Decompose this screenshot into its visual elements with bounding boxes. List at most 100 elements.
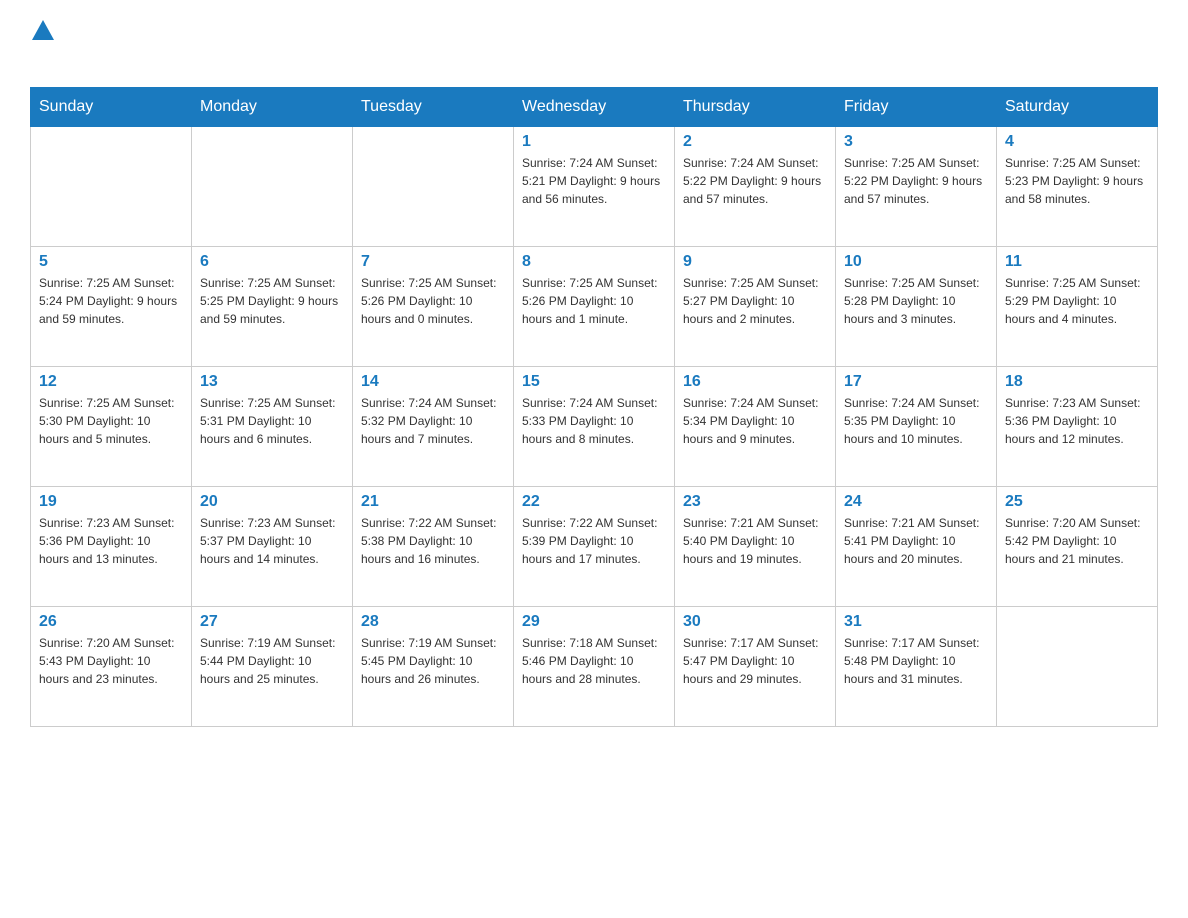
calendar-table: SundayMondayTuesdayWednesdayThursdayFrid… [30, 87, 1158, 727]
calendar-cell: 26 Sunrise: 7:20 AM Sunset: 5:43 PM Dayli… [31, 607, 192, 727]
weekday-header-wednesday: Wednesday [514, 88, 675, 127]
day-info: Sunrise: 7:25 AM Sunset: 5:26 PM Dayligh… [361, 274, 505, 328]
day-number: 6 [200, 253, 344, 271]
day-number: 27 [200, 613, 344, 631]
calendar-cell: 21 Sunrise: 7:22 AM Sunset: 5:38 PM Dayli… [353, 487, 514, 607]
calendar-week-row: 26 Sunrise: 7:20 AM Sunset: 5:43 PM Dayli… [31, 607, 1158, 727]
day-info: Sunrise: 7:25 AM Sunset: 5:24 PM Dayligh… [39, 274, 183, 328]
day-info: Sunrise: 7:25 AM Sunset: 5:28 PM Dayligh… [844, 274, 988, 328]
day-number: 10 [844, 253, 988, 271]
day-number: 5 [39, 253, 183, 271]
day-info: Sunrise: 7:22 AM Sunset: 5:38 PM Dayligh… [361, 514, 505, 568]
day-info: Sunrise: 7:20 AM Sunset: 5:43 PM Dayligh… [39, 634, 183, 688]
calendar-cell: 5 Sunrise: 7:25 AM Sunset: 5:24 PM Daylig… [31, 247, 192, 367]
day-info: Sunrise: 7:21 AM Sunset: 5:40 PM Dayligh… [683, 514, 827, 568]
day-info: Sunrise: 7:24 AM Sunset: 5:32 PM Dayligh… [361, 394, 505, 448]
calendar-cell: 11 Sunrise: 7:25 AM Sunset: 5:29 PM Dayli… [997, 247, 1158, 367]
calendar-cell: 20 Sunrise: 7:23 AM Sunset: 5:37 PM Dayli… [192, 487, 353, 607]
calendar-cell: 25Sunrise: 7:20 AM Sunset: 5:42 PM Dayli… [997, 487, 1158, 607]
calendar-cell: 27 Sunrise: 7:19 AM Sunset: 5:44 PM Dayli… [192, 607, 353, 727]
day-number: 9 [683, 253, 827, 271]
calendar-week-row: 12Sunrise: 7:25 AM Sunset: 5:30 PM Dayli… [31, 367, 1158, 487]
calendar-cell: 3 Sunrise: 7:25 AM Sunset: 5:22 PM Daylig… [836, 127, 997, 247]
day-info: Sunrise: 7:25 AM Sunset: 5:31 PM Dayligh… [200, 394, 344, 448]
day-number: 4 [1005, 133, 1149, 151]
calendar-cell: 23 Sunrise: 7:21 AM Sunset: 5:40 PM Dayli… [675, 487, 836, 607]
day-number: 7 [361, 253, 505, 271]
day-number: 28 [361, 613, 505, 631]
calendar-cell: 29 Sunrise: 7:18 AM Sunset: 5:46 PM Dayli… [514, 607, 675, 727]
day-info: Sunrise: 7:23 AM Sunset: 5:36 PM Dayligh… [1005, 394, 1149, 448]
calendar-cell: 18 Sunrise: 7:23 AM Sunset: 5:36 PM Dayli… [997, 367, 1158, 487]
day-info: Sunrise: 7:25 AM Sunset: 5:29 PM Dayligh… [1005, 274, 1149, 328]
weekday-header-thursday: Thursday [675, 88, 836, 127]
calendar-header-row: SundayMondayTuesdayWednesdayThursdayFrid… [31, 88, 1158, 127]
calendar-cell: 16 Sunrise: 7:24 AM Sunset: 5:34 PM Dayli… [675, 367, 836, 487]
day-number: 16 [683, 373, 827, 391]
day-info: Sunrise: 7:25 AM Sunset: 5:27 PM Dayligh… [683, 274, 827, 328]
calendar-cell [997, 607, 1158, 727]
day-number: 24 [844, 493, 988, 511]
day-info: Sunrise: 7:25 AM Sunset: 5:22 PM Dayligh… [844, 154, 988, 208]
day-number: 29 [522, 613, 666, 631]
day-info: Sunrise: 7:17 AM Sunset: 5:48 PM Dayligh… [844, 634, 988, 688]
calendar-cell: 28 Sunrise: 7:19 AM Sunset: 5:45 PM Dayli… [353, 607, 514, 727]
day-info: Sunrise: 7:17 AM Sunset: 5:47 PM Dayligh… [683, 634, 827, 688]
day-info: Sunrise: 7:22 AM Sunset: 5:39 PM Dayligh… [522, 514, 666, 568]
day-info: Sunrise: 7:24 AM Sunset: 5:22 PM Dayligh… [683, 154, 827, 208]
day-info: Sunrise: 7:20 AM Sunset: 5:42 PM Dayligh… [1005, 514, 1149, 568]
day-info: Sunrise: 7:25 AM Sunset: 5:26 PM Dayligh… [522, 274, 666, 328]
calendar-cell: 12Sunrise: 7:25 AM Sunset: 5:30 PM Dayli… [31, 367, 192, 487]
page-header [30, 20, 1158, 77]
day-number: 1 [522, 133, 666, 151]
calendar-cell: 8 Sunrise: 7:25 AM Sunset: 5:26 PM Daylig… [514, 247, 675, 367]
day-info: Sunrise: 7:24 AM Sunset: 5:34 PM Dayligh… [683, 394, 827, 448]
day-info: Sunrise: 7:25 AM Sunset: 5:23 PM Dayligh… [1005, 154, 1149, 208]
day-info: Sunrise: 7:18 AM Sunset: 5:46 PM Dayligh… [522, 634, 666, 688]
weekday-header-tuesday: Tuesday [353, 88, 514, 127]
calendar-cell: 31 Sunrise: 7:17 AM Sunset: 5:48 PM Dayli… [836, 607, 997, 727]
day-info: Sunrise: 7:24 AM Sunset: 5:33 PM Dayligh… [522, 394, 666, 448]
day-number: 13 [200, 373, 344, 391]
day-info: Sunrise: 7:19 AM Sunset: 5:45 PM Dayligh… [361, 634, 505, 688]
calendar-cell: 30Sunrise: 7:17 AM Sunset: 5:47 PM Dayli… [675, 607, 836, 727]
calendar-cell: 19 Sunrise: 7:23 AM Sunset: 5:36 PM Dayli… [31, 487, 192, 607]
calendar-cell: 15Sunrise: 7:24 AM Sunset: 5:33 PM Dayli… [514, 367, 675, 487]
day-number: 11 [1005, 253, 1149, 271]
day-number: 20 [200, 493, 344, 511]
logo-triangle-icon [32, 20, 54, 45]
calendar-cell: 6 Sunrise: 7:25 AM Sunset: 5:25 PM Daylig… [192, 247, 353, 367]
logo [30, 20, 54, 77]
calendar-cell: 22 Sunrise: 7:22 AM Sunset: 5:39 PM Dayli… [514, 487, 675, 607]
weekday-header-friday: Friday [836, 88, 997, 127]
day-number: 17 [844, 373, 988, 391]
day-number: 22 [522, 493, 666, 511]
day-info: Sunrise: 7:23 AM Sunset: 5:37 PM Dayligh… [200, 514, 344, 568]
calendar-cell: 14 Sunrise: 7:24 AM Sunset: 5:32 PM Dayli… [353, 367, 514, 487]
weekday-header-sunday: Sunday [31, 88, 192, 127]
calendar-cell: 2Sunrise: 7:24 AM Sunset: 5:22 PM Daylig… [675, 127, 836, 247]
calendar-cell [31, 127, 192, 247]
day-number: 8 [522, 253, 666, 271]
day-number: 23 [683, 493, 827, 511]
day-number: 21 [361, 493, 505, 511]
day-info: Sunrise: 7:19 AM Sunset: 5:44 PM Dayligh… [200, 634, 344, 688]
day-info: Sunrise: 7:25 AM Sunset: 5:30 PM Dayligh… [39, 394, 183, 448]
calendar-cell: 9 Sunrise: 7:25 AM Sunset: 5:27 PM Daylig… [675, 247, 836, 367]
calendar-cell: 24 Sunrise: 7:21 AM Sunset: 5:41 PM Dayli… [836, 487, 997, 607]
calendar-cell [353, 127, 514, 247]
weekday-header-saturday: Saturday [997, 88, 1158, 127]
day-info: Sunrise: 7:23 AM Sunset: 5:36 PM Dayligh… [39, 514, 183, 568]
calendar-cell [192, 127, 353, 247]
day-number: 3 [844, 133, 988, 151]
calendar-cell: 7 Sunrise: 7:25 AM Sunset: 5:26 PM Daylig… [353, 247, 514, 367]
day-number: 31 [844, 613, 988, 631]
day-number: 18 [1005, 373, 1149, 391]
day-number: 26 [39, 613, 183, 631]
day-info: Sunrise: 7:25 AM Sunset: 5:25 PM Dayligh… [200, 274, 344, 328]
day-info: Sunrise: 7:21 AM Sunset: 5:41 PM Dayligh… [844, 514, 988, 568]
day-number: 14 [361, 373, 505, 391]
calendar-week-row: 1Sunrise: 7:24 AM Sunset: 5:21 PM Daylig… [31, 127, 1158, 247]
calendar-week-row: 19 Sunrise: 7:23 AM Sunset: 5:36 PM Dayli… [31, 487, 1158, 607]
day-number: 19 [39, 493, 183, 511]
